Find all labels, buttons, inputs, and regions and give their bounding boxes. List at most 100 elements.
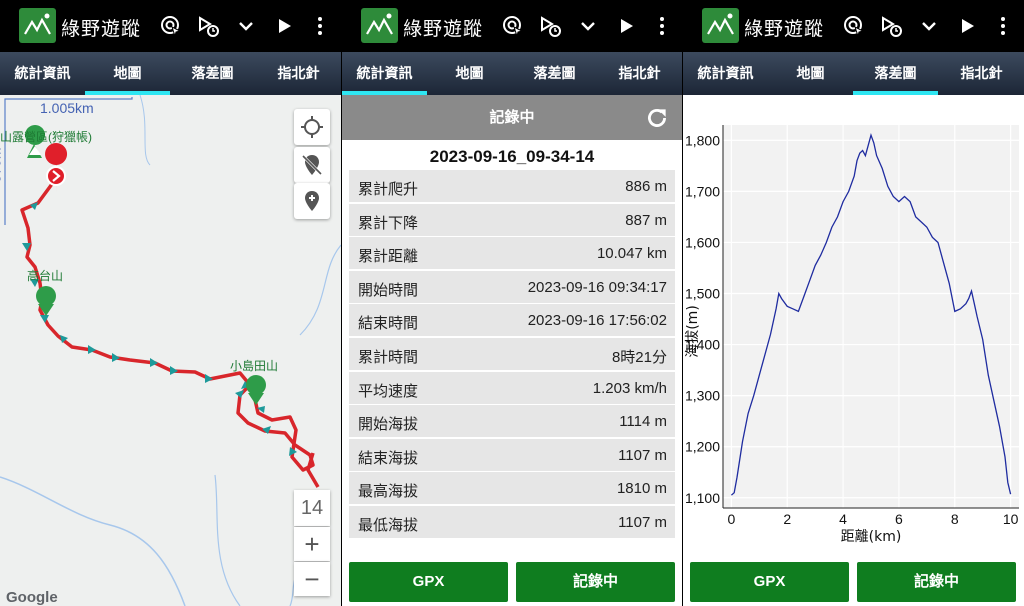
- gps-cursor-icon[interactable]: [501, 14, 525, 38]
- more-vert-icon[interactable]: [991, 14, 1015, 38]
- tab-compass[interactable]: 指北針: [256, 52, 341, 95]
- stats-screen: 綠野遊蹤 統計資訊 地圖 落差圖 指北針 記錄中 2023-09-16_09-3…: [342, 0, 682, 606]
- stat-row: 累計下降 887 m: [349, 203, 675, 236]
- stats-table: 累計爬升 886 m 累計下降 887 m 累計距離 10.047 km 開始時間 2023-…: [349, 170, 675, 540]
- plot-area: [723, 125, 1019, 508]
- play-icon[interactable]: [272, 14, 296, 38]
- stat-row: 結束海拔 1107 m: [349, 438, 675, 471]
- chevron-down-icon[interactable]: [917, 14, 941, 38]
- x-tick-label: 8: [951, 511, 959, 527]
- y-tick-label: 1,100: [685, 490, 720, 506]
- map-scale-vertical: 970m: [0, 147, 4, 183]
- stat-label: 結束時間: [358, 315, 419, 333]
- route-timer-icon[interactable]: [197, 14, 221, 38]
- more-vert-icon[interactable]: [650, 14, 674, 38]
- play-icon[interactable]: [955, 14, 979, 38]
- poi-label-peak2: 小島田山: [230, 359, 279, 373]
- stat-label: 累計爬升: [358, 181, 419, 198]
- app-bar: 綠野遊蹤: [683, 0, 1024, 52]
- stat-value: 1.203 km/h: [592, 379, 667, 397]
- y-tick-label: 1,300: [685, 388, 720, 404]
- app-bar: 綠野遊蹤: [0, 0, 341, 52]
- x-tick-label: 0: [727, 511, 735, 527]
- location-off-button[interactable]: [294, 147, 330, 183]
- app-logo-icon: [361, 8, 398, 43]
- map-view[interactable]: 1.005km 970m 山露營區(狩獵帳) 高台山 小島田山 14 + − G…: [0, 95, 341, 606]
- map-screen: 綠野遊蹤 統計資訊 地圖 落差圖 指北針 1.005km 970m 山露營區(狩…: [0, 0, 341, 606]
- locate-me-button[interactable]: [294, 109, 330, 145]
- tab-map[interactable]: 地圖: [768, 52, 853, 95]
- tab-compass[interactable]: 指北針: [597, 52, 682, 95]
- stat-row: 結束時間 2023-09-16 17:56:02: [349, 304, 675, 337]
- tab-bar: 統計資訊 地圖 落差圖 指北針: [342, 52, 682, 95]
- stat-label: 累計時間: [358, 348, 419, 366]
- gpx-button[interactable]: GPX: [349, 562, 508, 602]
- tab-map[interactable]: 地圖: [85, 52, 170, 95]
- stat-label: 最低海拔: [358, 516, 419, 534]
- stat-row: 最低海拔 1107 m: [349, 505, 675, 538]
- y-axis-label: 海拔(m): [685, 305, 701, 358]
- stat-value: 2023-09-16 17:56:02: [527, 312, 667, 330]
- stat-value: 10.047 km: [596, 245, 667, 263]
- app-bar: 綠野遊蹤: [342, 0, 682, 52]
- x-tick-label: 10: [1003, 511, 1019, 527]
- stat-value: 1810 m: [616, 480, 667, 498]
- app-title: 綠野遊蹤: [403, 19, 484, 40]
- y-tick-label: 1,700: [685, 183, 720, 199]
- stat-row: 開始時間 2023-09-16 09:34:17: [349, 270, 675, 303]
- tab-stats[interactable]: 統計資訊: [683, 52, 768, 95]
- app-title: 綠野遊蹤: [744, 19, 825, 40]
- track-name: 2023-09-16_09-34-14: [429, 147, 595, 166]
- stat-value: 1114 m: [619, 413, 667, 431]
- stat-row: 累計時間 8時21分: [349, 337, 675, 370]
- stat-value: 8時21分: [611, 348, 667, 366]
- x-tick-label: 4: [839, 511, 847, 527]
- x-tick-label: 6: [895, 511, 903, 527]
- gpx-button[interactable]: GPX: [690, 562, 849, 602]
- google-logo: Google: [6, 589, 58, 606]
- y-tick-label: 1,600: [685, 234, 720, 250]
- poi-label-camp: 山露營區(狩獵帳): [0, 130, 92, 144]
- tab-profile[interactable]: 落差圖: [512, 52, 597, 95]
- route-timer-icon[interactable]: [539, 14, 563, 38]
- recording-button[interactable]: 記錄中: [857, 562, 1016, 602]
- zoom-level: 14: [294, 490, 330, 526]
- stat-label: 平均速度: [358, 382, 419, 400]
- recording-button[interactable]: 記錄中: [516, 562, 675, 602]
- tab-stats[interactable]: 統計資訊: [342, 52, 427, 95]
- refresh-icon[interactable]: [644, 105, 670, 131]
- tab-profile[interactable]: 落差圖: [853, 52, 938, 95]
- tab-map[interactable]: 地圖: [427, 52, 512, 95]
- stat-label: 最高海拔: [358, 483, 419, 501]
- stat-label: 累計距離: [358, 248, 419, 266]
- tab-compass[interactable]: 指北針: [939, 52, 1024, 95]
- y-tick-label: 1,500: [685, 286, 720, 302]
- more-vert-icon[interactable]: [308, 14, 332, 38]
- poi-label-peak1: 高台山: [27, 269, 64, 283]
- add-pin-button[interactable]: [294, 183, 330, 219]
- zoom-in-button[interactable]: +: [294, 527, 330, 561]
- route-timer-icon[interactable]: [880, 14, 904, 38]
- x-tick-label: 2: [783, 511, 791, 527]
- tab-stats[interactable]: 統計資訊: [0, 52, 85, 95]
- map-scale-horizontal: 1.005km: [40, 100, 94, 116]
- stat-row: 開始海拔 1114 m: [349, 405, 675, 438]
- x-axis-label: 距離(km): [841, 528, 902, 545]
- gps-cursor-icon[interactable]: [842, 14, 866, 38]
- stat-value: 1107 m: [618, 513, 667, 531]
- play-icon[interactable]: [614, 14, 638, 38]
- stat-label: 開始時間: [358, 281, 419, 299]
- stat-label: 結束海拔: [358, 449, 419, 467]
- tab-profile[interactable]: 落差圖: [170, 52, 255, 95]
- gps-cursor-icon[interactable]: [159, 14, 183, 38]
- zoom-out-button[interactable]: −: [294, 562, 330, 596]
- chevron-down-icon[interactable]: [576, 14, 600, 38]
- tab-bar: 統計資訊 地圖 落差圖 指北針: [0, 52, 341, 95]
- stat-value: 1107 m: [618, 446, 667, 464]
- app-title: 綠野遊蹤: [61, 19, 142, 40]
- stat-value: 886 m: [625, 178, 667, 195]
- chevron-down-icon[interactable]: [234, 14, 258, 38]
- y-tick-label: 1,200: [685, 439, 720, 455]
- app-logo-icon: [702, 8, 739, 43]
- stat-value: 2023-09-16 09:34:17: [527, 278, 667, 296]
